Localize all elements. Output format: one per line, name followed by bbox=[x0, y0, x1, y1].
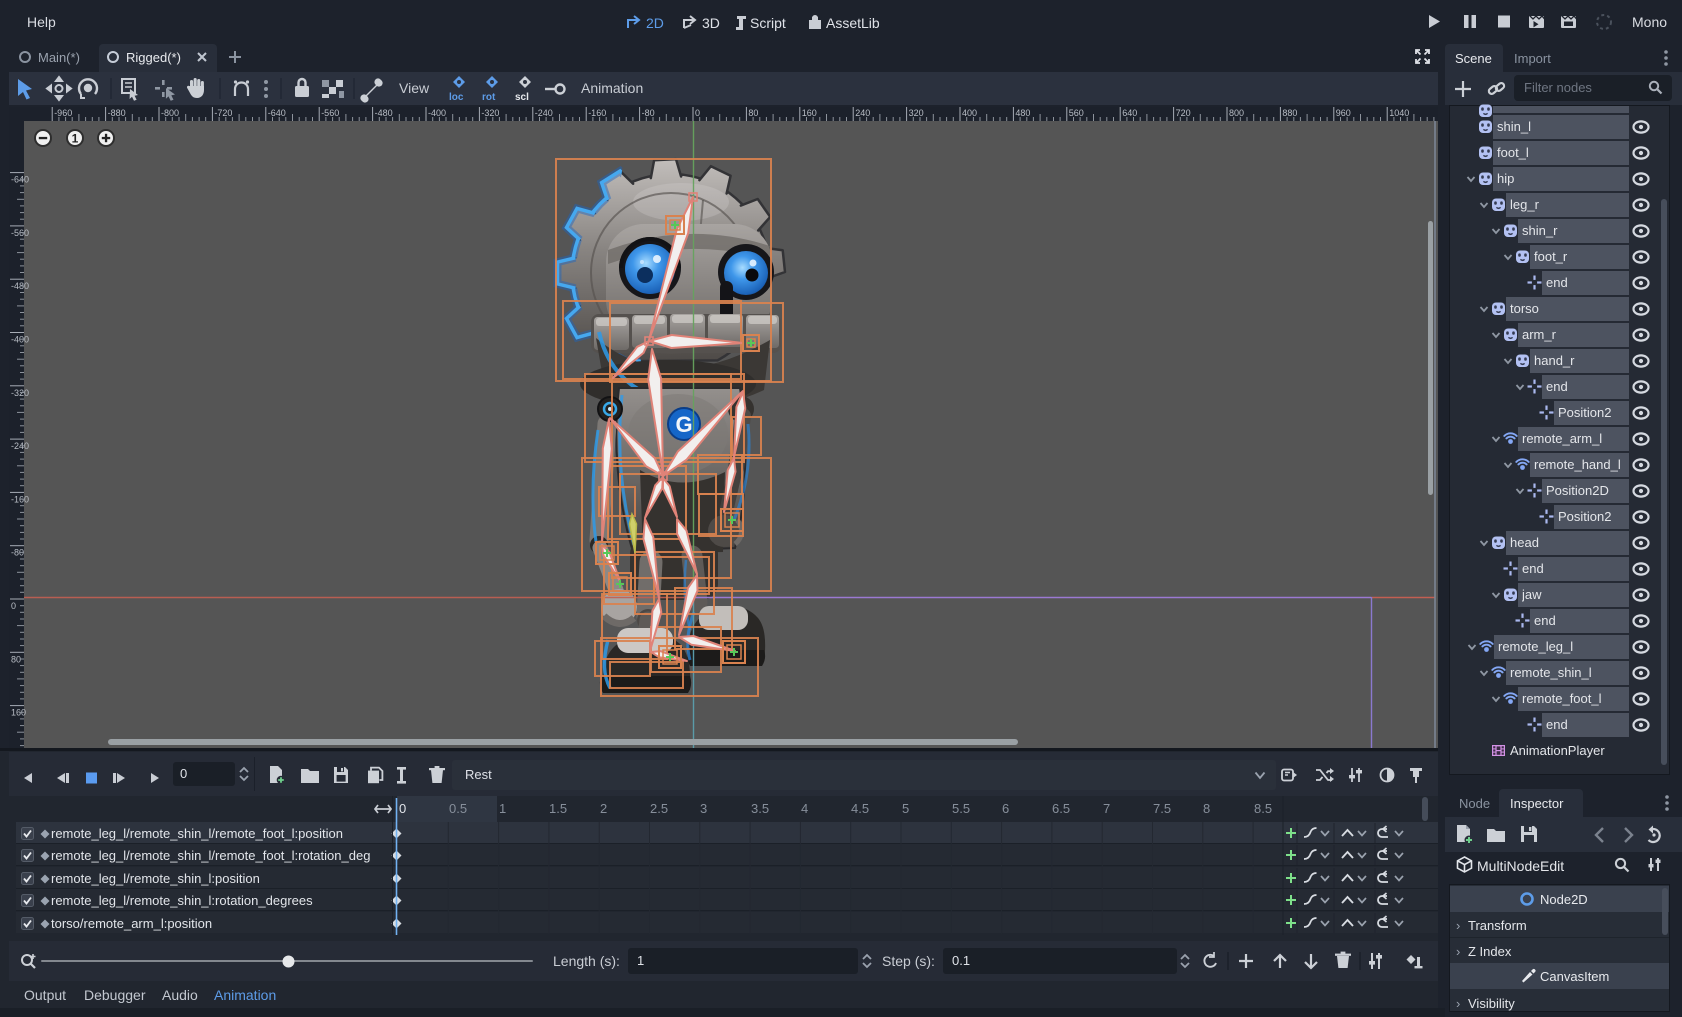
svg-text:Script: Script bbox=[750, 15, 786, 31]
svg-text:400: 400 bbox=[962, 108, 977, 118]
svg-text:80: 80 bbox=[748, 108, 758, 118]
svg-text:240: 240 bbox=[855, 108, 870, 118]
svg-text:560: 560 bbox=[1069, 108, 1084, 118]
svg-text:-720: -720 bbox=[214, 108, 232, 118]
svg-text:720: 720 bbox=[1176, 108, 1191, 118]
svg-text:-880: -880 bbox=[108, 108, 126, 118]
svg-text:G: G bbox=[675, 412, 692, 437]
svg-text:-320: -320 bbox=[481, 108, 499, 118]
svg-text:loc: loc bbox=[449, 92, 464, 103]
svg-text:0: 0 bbox=[11, 601, 16, 611]
svg-text:1040: 1040 bbox=[1389, 108, 1409, 118]
svg-text:160: 160 bbox=[802, 108, 817, 118]
svg-text:-240: -240 bbox=[535, 108, 553, 118]
svg-text:-560: -560 bbox=[321, 108, 339, 118]
svg-text:-160: -160 bbox=[588, 108, 606, 118]
svg-text:960: 960 bbox=[1336, 108, 1351, 118]
svg-text:rot: rot bbox=[482, 92, 496, 103]
svg-text:3D: 3D bbox=[702, 15, 720, 31]
svg-text:-400: -400 bbox=[428, 108, 446, 118]
svg-text:640: 640 bbox=[1122, 108, 1137, 118]
svg-text:-480: -480 bbox=[375, 108, 393, 118]
svg-text:-800: -800 bbox=[161, 108, 179, 118]
svg-text:320: 320 bbox=[909, 108, 924, 118]
svg-text:-640: -640 bbox=[268, 108, 286, 118]
svg-text:80: 80 bbox=[11, 654, 21, 664]
svg-text:-80: -80 bbox=[642, 108, 655, 118]
svg-text:480: 480 bbox=[1015, 108, 1030, 118]
svg-text:1: 1 bbox=[72, 131, 79, 145]
svg-text:0: 0 bbox=[695, 108, 700, 118]
svg-text:2D: 2D bbox=[646, 15, 664, 31]
svg-text:800: 800 bbox=[1229, 108, 1244, 118]
svg-text:scl: scl bbox=[515, 92, 529, 103]
svg-text:AssetLib: AssetLib bbox=[826, 15, 880, 31]
svg-text:880: 880 bbox=[1282, 108, 1297, 118]
svg-text:-960: -960 bbox=[54, 108, 72, 118]
